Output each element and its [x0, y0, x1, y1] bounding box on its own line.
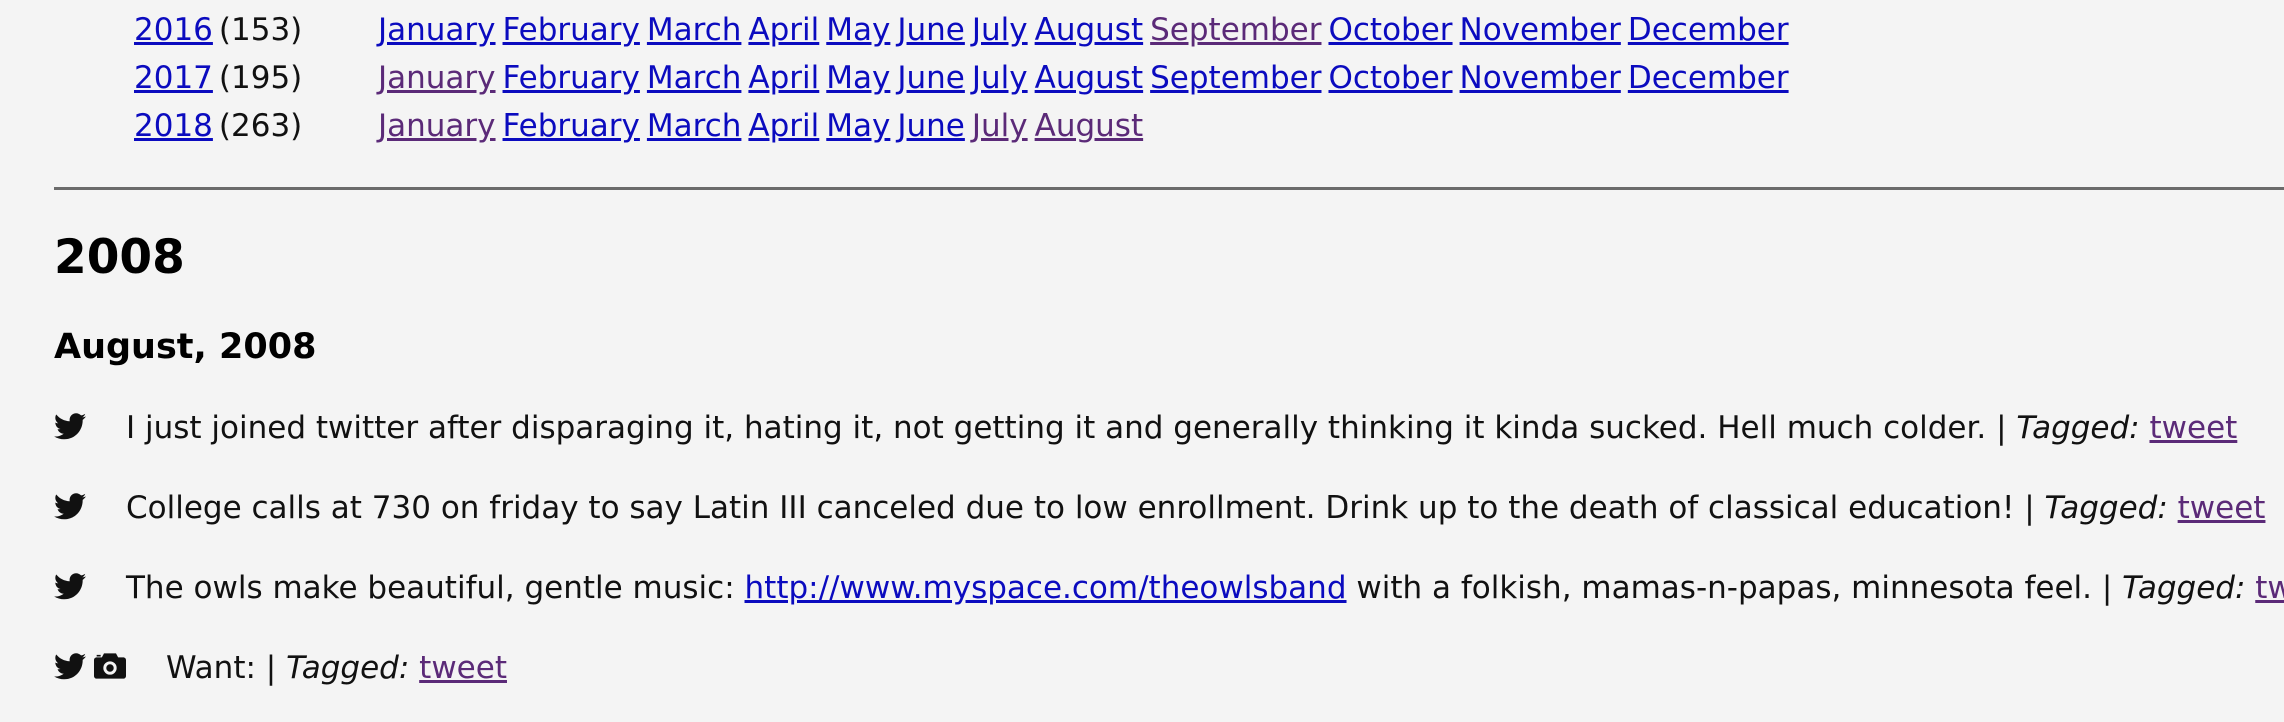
- post-type-icons: [54, 488, 86, 524]
- post-text: College calls at 730 on friday to say La…: [126, 484, 2265, 532]
- year-heading: 2008: [54, 230, 185, 285]
- month-link-april[interactable]: April: [748, 12, 819, 48]
- archive-year: 2016 (153): [134, 6, 302, 54]
- month-link-august[interactable]: August: [1035, 60, 1144, 96]
- month-link-august[interactable]: August: [1035, 108, 1144, 144]
- month-link-march[interactable]: March: [647, 108, 742, 144]
- post-body: College calls at 730 on friday to say La…: [126, 490, 2045, 526]
- month-link-may[interactable]: May: [826, 60, 890, 96]
- post-body: The owls make beautiful, gentle music:: [126, 570, 745, 606]
- post-url-link[interactable]: http://www.myspace.com/theowlsband: [745, 570, 1347, 606]
- tagged-label: Tagged:: [2016, 410, 2140, 446]
- month-links: JanuaryFebruaryMarchAprilMayJuneJulyAugu…: [378, 102, 1150, 150]
- tag-link-tweet[interactable]: tweet: [2255, 570, 2284, 606]
- post-count: (195): [218, 60, 303, 96]
- month-link-october[interactable]: October: [1328, 12, 1452, 48]
- month-link-june[interactable]: June: [897, 12, 965, 48]
- month-links: JanuaryFebruaryMarchAprilMayJuneJulyAugu…: [378, 6, 1796, 54]
- post-body: I just joined twitter after disparaging …: [126, 410, 2017, 446]
- post-count: (153): [218, 12, 303, 48]
- divider: [54, 187, 2284, 190]
- year-link-2018[interactable]: 2018: [134, 108, 213, 144]
- month-link-june[interactable]: June: [897, 60, 965, 96]
- month-link-october[interactable]: October: [1328, 60, 1452, 96]
- month-link-december[interactable]: December: [1628, 60, 1789, 96]
- archive-year: 2017 (195): [134, 54, 302, 102]
- post-text: The owls make beautiful, gentle music: h…: [126, 564, 2284, 612]
- post-body: with a folkish, mamas-n-papas, minnesota…: [1346, 570, 2123, 606]
- month-link-july[interactable]: July: [972, 12, 1028, 48]
- tagged-label: Tagged:: [2044, 490, 2168, 526]
- month-link-january[interactable]: January: [378, 60, 496, 96]
- post-type-icons: [54, 568, 86, 604]
- post-count: (263): [218, 108, 303, 144]
- twitter-icon: [54, 412, 86, 439]
- month-link-january[interactable]: January: [378, 108, 496, 144]
- month-link-september[interactable]: September: [1150, 12, 1321, 48]
- month-link-september[interactable]: September: [1150, 60, 1321, 96]
- archive-year: 2018 (263): [134, 102, 302, 150]
- year-link-2016[interactable]: 2016: [134, 12, 213, 48]
- month-link-november[interactable]: November: [1460, 60, 1621, 96]
- month-link-november[interactable]: November: [1460, 12, 1621, 48]
- post-body: Want: |: [166, 650, 287, 686]
- tagged-label: Tagged:: [2122, 570, 2246, 606]
- month-links: JanuaryFebruaryMarchAprilMayJuneJulyAugu…: [378, 54, 1796, 102]
- month-link-january[interactable]: January: [378, 12, 496, 48]
- month-link-march[interactable]: March: [647, 60, 742, 96]
- month-link-june[interactable]: June: [897, 108, 965, 144]
- post-type-icons: [54, 408, 86, 444]
- month-link-august[interactable]: August: [1035, 12, 1144, 48]
- month-link-december[interactable]: December: [1628, 12, 1789, 48]
- twitter-icon: [54, 572, 86, 599]
- camera-icon: [94, 653, 126, 679]
- month-link-july[interactable]: July: [972, 108, 1028, 144]
- tag-link-tweet[interactable]: tweet: [2178, 490, 2266, 526]
- twitter-icon: [54, 492, 86, 519]
- month-link-march[interactable]: March: [647, 12, 742, 48]
- month-link-april[interactable]: April: [748, 108, 819, 144]
- month-link-april[interactable]: April: [748, 60, 819, 96]
- twitter-icon: [54, 652, 86, 679]
- month-link-may[interactable]: May: [826, 12, 890, 48]
- tag-link-tweet[interactable]: tweet: [2149, 410, 2237, 446]
- tagged-label: Tagged:: [286, 650, 410, 686]
- month-link-february[interactable]: February: [503, 108, 640, 144]
- post-text: I just joined twitter after disparaging …: [126, 404, 2237, 452]
- post-type-icons: [54, 648, 126, 684]
- post-text: Want: | Tagged: tweet: [166, 644, 507, 692]
- month-link-february[interactable]: February: [503, 12, 640, 48]
- month-heading: August, 2008: [54, 327, 317, 367]
- year-link-2017[interactable]: 2017: [134, 60, 213, 96]
- month-link-may[interactable]: May: [826, 108, 890, 144]
- month-link-february[interactable]: February: [503, 60, 640, 96]
- tag-link-tweet[interactable]: tweet: [419, 650, 507, 686]
- month-link-july[interactable]: July: [972, 60, 1028, 96]
- archive-page: 2015(…)JanuaryFebruaryMarchAprilMayJuneJ…: [0, 0, 2284, 722]
